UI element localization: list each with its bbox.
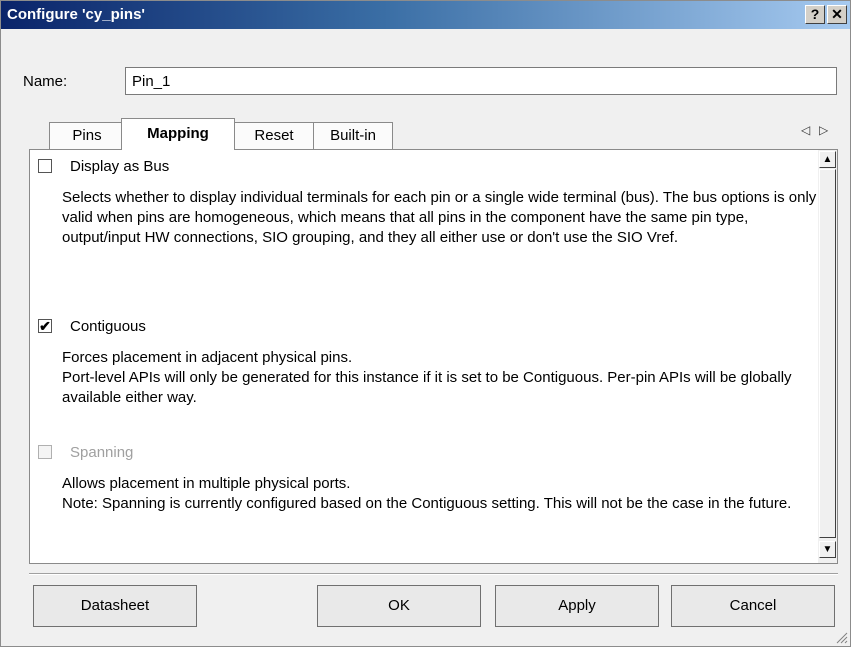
- title-bar: Configure 'cy_pins' ? ✕: [1, 1, 850, 29]
- scroll-down-icon[interactable]: ▼: [819, 541, 836, 558]
- tab-scroll-left-icon[interactable]: ◁: [801, 123, 810, 137]
- close-button[interactable]: ✕: [827, 5, 847, 24]
- display-as-bus-label[interactable]: Display as Bus: [70, 158, 169, 175]
- configure-dialog: Configure 'cy_pins' ? ✕ Name: Pins Mappi…: [0, 0, 851, 647]
- tab-mapping[interactable]: Mapping: [121, 118, 235, 150]
- spanning-checkbox: [38, 445, 52, 459]
- spanning-description-line: Note: Spanning is currently configured b…: [62, 495, 792, 512]
- tab-built-in[interactable]: Built-in: [313, 122, 393, 149]
- apply-button[interactable]: Apply: [495, 585, 659, 627]
- vertical-scrollbar[interactable]: ▲ ▼: [818, 150, 837, 563]
- spanning-description-line: Allows placement in multiple physical po…: [62, 475, 351, 492]
- contiguous-checkbox[interactable]: ✔: [38, 319, 52, 333]
- name-label: Name:: [23, 73, 68, 90]
- ok-button[interactable]: OK: [317, 585, 481, 627]
- datasheet-button[interactable]: Datasheet: [33, 585, 197, 627]
- mapping-panel: Display as Bus Selects whether to displa…: [29, 149, 838, 564]
- window-title: Configure 'cy_pins': [7, 6, 145, 23]
- contiguous-description-line: Port-level APIs will only be generated f…: [62, 369, 792, 406]
- resize-grip-icon[interactable]: [834, 630, 848, 644]
- name-input[interactable]: [125, 67, 837, 95]
- display-as-bus-checkbox[interactable]: [38, 159, 52, 173]
- spanning-label: Spanning: [70, 444, 134, 461]
- contiguous-description-line: Forces placement in adjacent physical pi…: [62, 349, 353, 366]
- contiguous-description: Forces placement in adjacent physical pi…: [62, 348, 822, 408]
- display-as-bus-description: Selects whether to display individual te…: [62, 189, 817, 246]
- tab-pins[interactable]: Pins: [49, 122, 125, 149]
- button-separator: [29, 573, 838, 575]
- contiguous-label[interactable]: Contiguous: [70, 318, 146, 335]
- spanning-description: Allows placement in multiple physical po…: [62, 474, 822, 514]
- scroll-thumb[interactable]: [819, 169, 836, 538]
- scroll-up-icon[interactable]: ▲: [819, 151, 836, 168]
- tab-reset[interactable]: Reset: [233, 122, 315, 149]
- tab-strip: Pins Mapping Reset Built-in: [37, 118, 853, 150]
- help-button[interactable]: ?: [805, 5, 825, 24]
- cancel-button[interactable]: Cancel: [671, 585, 835, 627]
- tab-scroll-right-icon[interactable]: ▷: [819, 123, 828, 137]
